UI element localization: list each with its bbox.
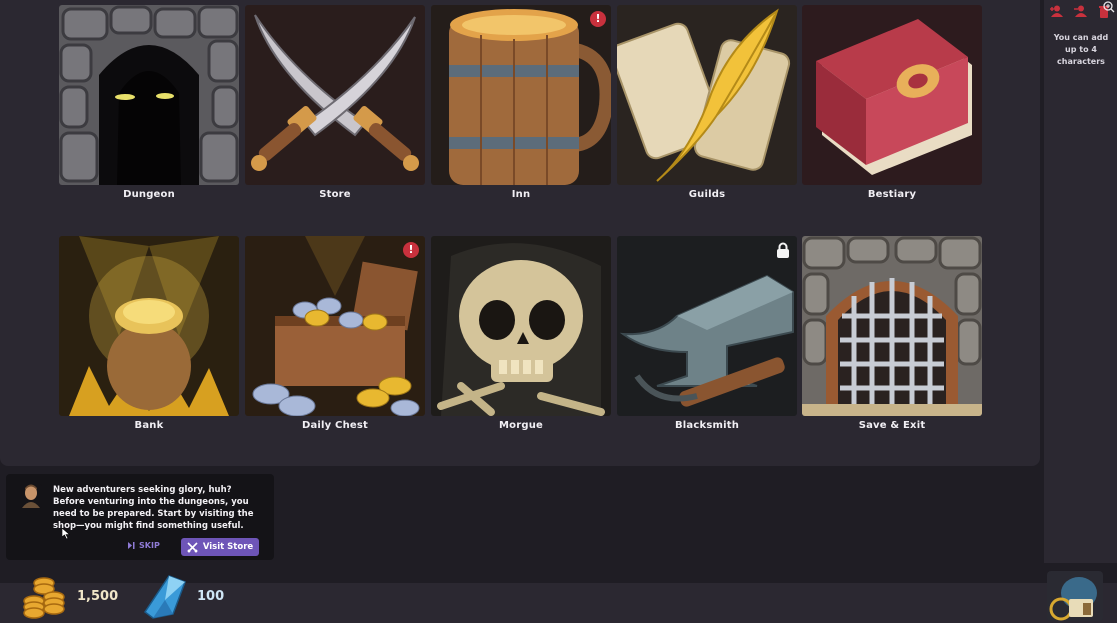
world-map-icon[interactable] <box>1047 571 1103 621</box>
crossed-swords-icon <box>187 541 198 553</box>
add-character-icon[interactable] <box>1048 4 1064 18</box>
morgue-art <box>431 236 611 416</box>
daily-chest-alert-badge: ! <box>403 242 419 258</box>
save-exit-tile[interactable] <box>802 236 982 416</box>
location-grid-panel: Dungeon Store ! Inn Guilds Bestiary Bank… <box>0 0 1040 466</box>
skip-label: SKIP <box>139 541 160 550</box>
inn-art <box>431 5 611 185</box>
daily-chest-tile[interactable]: ! <box>245 236 425 416</box>
daily-chest-art <box>245 236 425 416</box>
save-exit-art <box>802 236 982 416</box>
dialog-message: New adventurers seeking glory, huh? Befo… <box>53 485 254 531</box>
inn-label: Inn <box>511 189 531 200</box>
zoom-icon[interactable] <box>1103 1 1115 13</box>
visit-store-button[interactable]: Visit Store <box>181 538 259 556</box>
mouse-cursor-icon <box>62 528 70 539</box>
gem-amount: 100 <box>197 589 225 604</box>
tutorial-dialog: New adventurers seeking glory, huh? Befo… <box>6 474 274 560</box>
visit-store-label: Visit Store <box>202 542 254 552</box>
bestiary-tile[interactable] <box>802 5 982 185</box>
dungeon-label: Dungeon <box>123 189 175 200</box>
skip-button[interactable]: SKIP <box>128 541 160 550</box>
inn-alert-badge: ! <box>590 11 606 27</box>
store-tile[interactable] <box>245 5 425 185</box>
remove-character-icon[interactable] <box>1072 4 1088 18</box>
party-sidebar: You can add up to 4 characters <box>1044 0 1117 563</box>
party-limit-note: You can add up to 4 characters <box>1053 33 1109 66</box>
morgue-label: Morgue <box>498 420 543 431</box>
lock-icon <box>777 242 789 258</box>
npc-avatar <box>20 484 42 508</box>
gold-coins-icon <box>23 577 65 619</box>
bank-tile[interactable] <box>59 236 239 416</box>
save-exit-label: Save & Exit <box>858 420 926 431</box>
gold-amount: 1,500 <box>77 589 119 604</box>
gem-crystal-icon <box>143 575 186 619</box>
inn-tile[interactable]: ! <box>431 5 611 185</box>
guilds-tile[interactable] <box>617 5 797 185</box>
blacksmith-tile[interactable] <box>617 236 797 416</box>
dungeon-art <box>59 5 239 185</box>
guilds-label: Guilds <box>688 189 726 200</box>
dungeon-tile[interactable] <box>59 5 239 185</box>
blacksmith-label: Blacksmith <box>674 420 740 431</box>
daily-chest-label: Daily Chest <box>301 420 369 431</box>
bank-art <box>59 236 239 416</box>
blacksmith-art <box>617 236 797 416</box>
morgue-tile[interactable] <box>431 236 611 416</box>
bestiary-art <box>802 5 982 185</box>
store-art <box>245 5 425 185</box>
store-label: Store <box>319 189 351 200</box>
bank-label: Bank <box>134 420 164 431</box>
skip-icon <box>128 542 135 549</box>
bestiary-label: Bestiary <box>867 189 917 200</box>
guilds-art <box>617 5 797 185</box>
